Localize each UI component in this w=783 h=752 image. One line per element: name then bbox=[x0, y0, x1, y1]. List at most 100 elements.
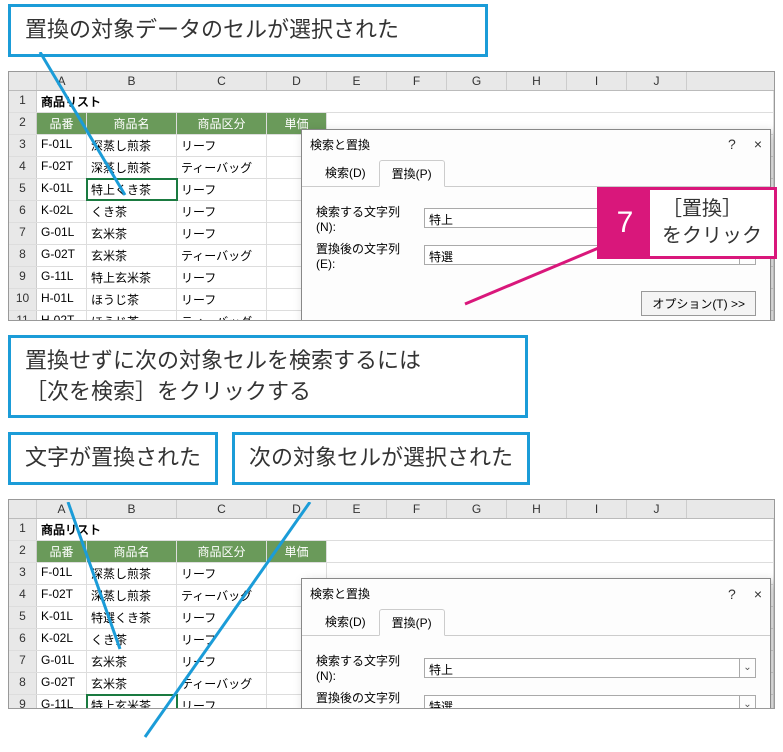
tab-find[interactable]: 検索(D) bbox=[312, 159, 379, 186]
col-I[interactable]: I bbox=[567, 72, 627, 90]
cell-code[interactable]: G-01L bbox=[37, 651, 87, 672]
col-B[interactable]: B bbox=[87, 500, 177, 518]
cell-code[interactable]: H-01L bbox=[37, 289, 87, 310]
label-replace-with: 置換後の文字列(E): bbox=[316, 689, 416, 709]
dialog-titlebar[interactable]: 検索と置換 ? × bbox=[302, 579, 770, 608]
cell-category[interactable]: リーフ bbox=[177, 629, 267, 650]
hdr-price[interactable]: 単価 bbox=[267, 541, 327, 562]
row-2-headers: 2 品番 商品名 商品区分 単価 bbox=[9, 541, 774, 563]
hdr-category[interactable]: 商品区分 bbox=[177, 541, 267, 562]
col-A[interactable]: A bbox=[37, 72, 87, 90]
callout-text: 置換の対象データのセルが選択された bbox=[25, 17, 399, 42]
input-find-what[interactable]: 特上 bbox=[424, 658, 740, 678]
cell-code[interactable]: G-02T bbox=[37, 245, 87, 266]
cell-name[interactable]: くき茶 bbox=[87, 201, 177, 222]
cell-name[interactable]: 特選くき茶 bbox=[87, 607, 177, 628]
col-C[interactable]: C bbox=[177, 500, 267, 518]
cell-code[interactable]: G-01L bbox=[37, 223, 87, 244]
cell-name[interactable]: 深蒸し煎茶 bbox=[87, 135, 177, 156]
cell-code[interactable]: G-11L bbox=[37, 695, 87, 709]
cell-category[interactable]: ティーバッグ bbox=[177, 585, 267, 606]
cell-code[interactable]: K-01L bbox=[37, 179, 87, 200]
cell-name[interactable]: ほうじ茶 bbox=[87, 289, 177, 310]
cell-code[interactable]: H-02T bbox=[37, 311, 87, 321]
cell-name[interactable]: 特上玄米茶 bbox=[87, 267, 177, 288]
cell-name[interactable]: 特上くき茶 bbox=[87, 179, 177, 200]
cell-code[interactable]: F-02T bbox=[37, 585, 87, 606]
col-E[interactable]: E bbox=[327, 72, 387, 90]
close-icon[interactable]: × bbox=[754, 586, 762, 602]
hdr-category[interactable]: 商品区分 bbox=[177, 113, 267, 134]
tab-replace[interactable]: 置換(P) bbox=[379, 609, 445, 636]
col-A[interactable]: A bbox=[37, 500, 87, 518]
cell-category[interactable]: ティーバッグ bbox=[177, 311, 267, 321]
help-icon[interactable]: ? bbox=[728, 586, 736, 602]
col-F[interactable]: F bbox=[387, 72, 447, 90]
col-C[interactable]: C bbox=[177, 72, 267, 90]
col-D[interactable]: D bbox=[267, 500, 327, 518]
cell-category[interactable]: リーフ bbox=[177, 201, 267, 222]
chevron-down-icon[interactable]: ⌄ bbox=[740, 695, 756, 710]
help-icon[interactable]: ? bbox=[728, 136, 736, 152]
cell-name[interactable]: 玄米茶 bbox=[87, 651, 177, 672]
find-replace-dialog: 検索と置換 ? × 検索(D) 置換(P) 検索する文字列(N): 特上 ⌄ 置… bbox=[301, 578, 771, 709]
cell-category[interactable]: リーフ bbox=[177, 563, 267, 584]
close-icon[interactable]: × bbox=[754, 136, 762, 152]
cell-code[interactable]: F-02T bbox=[37, 157, 87, 178]
cell-category[interactable]: リーフ bbox=[177, 135, 267, 156]
dialog-titlebar[interactable]: 検索と置換 ? × bbox=[302, 130, 770, 159]
cell-name[interactable]: くき茶 bbox=[87, 629, 177, 650]
cell-code[interactable]: F-01L bbox=[37, 563, 87, 584]
cell-code[interactable]: G-11L bbox=[37, 267, 87, 288]
sheet-title[interactable]: 商品リスト bbox=[37, 519, 774, 540]
cell-name[interactable]: ほうじ茶 bbox=[87, 311, 177, 321]
cell-name[interactable]: 玄米茶 bbox=[87, 673, 177, 694]
col-J[interactable]: J bbox=[627, 72, 687, 90]
chevron-down-icon[interactable]: ⌄ bbox=[740, 658, 756, 678]
cell-category[interactable]: リーフ bbox=[177, 289, 267, 310]
tab-find[interactable]: 検索(D) bbox=[312, 608, 379, 635]
hdr-name[interactable]: 商品名 bbox=[87, 113, 177, 134]
spreadsheet-area-2: A B C D E F G H I J 1 商品リスト 2 品番 商品名 商品区… bbox=[8, 499, 775, 709]
cell-name[interactable]: 深蒸し煎茶 bbox=[87, 563, 177, 584]
options-button[interactable]: オプション(T) >> bbox=[641, 291, 756, 316]
cell-code[interactable]: K-02L bbox=[37, 629, 87, 650]
col-G[interactable]: G bbox=[447, 500, 507, 518]
hdr-code[interactable]: 品番 bbox=[37, 113, 87, 134]
hdr-code[interactable]: 品番 bbox=[37, 541, 87, 562]
col-H[interactable]: H bbox=[507, 500, 567, 518]
hdr-name[interactable]: 商品名 bbox=[87, 541, 177, 562]
cell-category[interactable]: リーフ bbox=[177, 267, 267, 288]
cell-name[interactable]: 深蒸し煎茶 bbox=[87, 157, 177, 178]
cell-code[interactable]: F-01L bbox=[37, 135, 87, 156]
col-D[interactable]: D bbox=[267, 72, 327, 90]
cell-category[interactable]: リーフ bbox=[177, 179, 267, 200]
cell-category[interactable]: リーフ bbox=[177, 651, 267, 672]
cell-name[interactable]: 深蒸し煎茶 bbox=[87, 585, 177, 606]
cell-name[interactable]: 特上玄米茶 bbox=[87, 695, 177, 709]
cell-code[interactable]: G-02T bbox=[37, 673, 87, 694]
label-find-what: 検索する文字列(N): bbox=[316, 203, 416, 234]
sheet-title[interactable]: 商品リスト bbox=[37, 91, 774, 112]
cell-code[interactable]: K-01L bbox=[37, 607, 87, 628]
col-E[interactable]: E bbox=[327, 500, 387, 518]
col-G[interactable]: G bbox=[447, 72, 507, 90]
tab-replace[interactable]: 置換(P) bbox=[379, 160, 445, 187]
cell-category[interactable]: ティーバッグ bbox=[177, 245, 267, 266]
col-I[interactable]: I bbox=[567, 500, 627, 518]
cell-code[interactable]: K-02L bbox=[37, 201, 87, 222]
col-H[interactable]: H bbox=[507, 72, 567, 90]
step-text: ［置換］ をクリック bbox=[650, 190, 774, 256]
col-J[interactable]: J bbox=[627, 500, 687, 518]
callout-find-next: 置換せずに次の対象セルを検索するには ［次を検索］をクリックする bbox=[8, 335, 528, 419]
cell-name[interactable]: 玄米茶 bbox=[87, 245, 177, 266]
cell-category[interactable]: リーフ bbox=[177, 695, 267, 709]
cell-name[interactable]: 玄米茶 bbox=[87, 223, 177, 244]
cell-category[interactable]: ティーバッグ bbox=[177, 157, 267, 178]
cell-category[interactable]: ティーバッグ bbox=[177, 673, 267, 694]
cell-category[interactable]: リーフ bbox=[177, 223, 267, 244]
col-B[interactable]: B bbox=[87, 72, 177, 90]
input-replace-with[interactable]: 特選 bbox=[424, 695, 740, 710]
col-F[interactable]: F bbox=[387, 500, 447, 518]
cell-category[interactable]: リーフ bbox=[177, 607, 267, 628]
